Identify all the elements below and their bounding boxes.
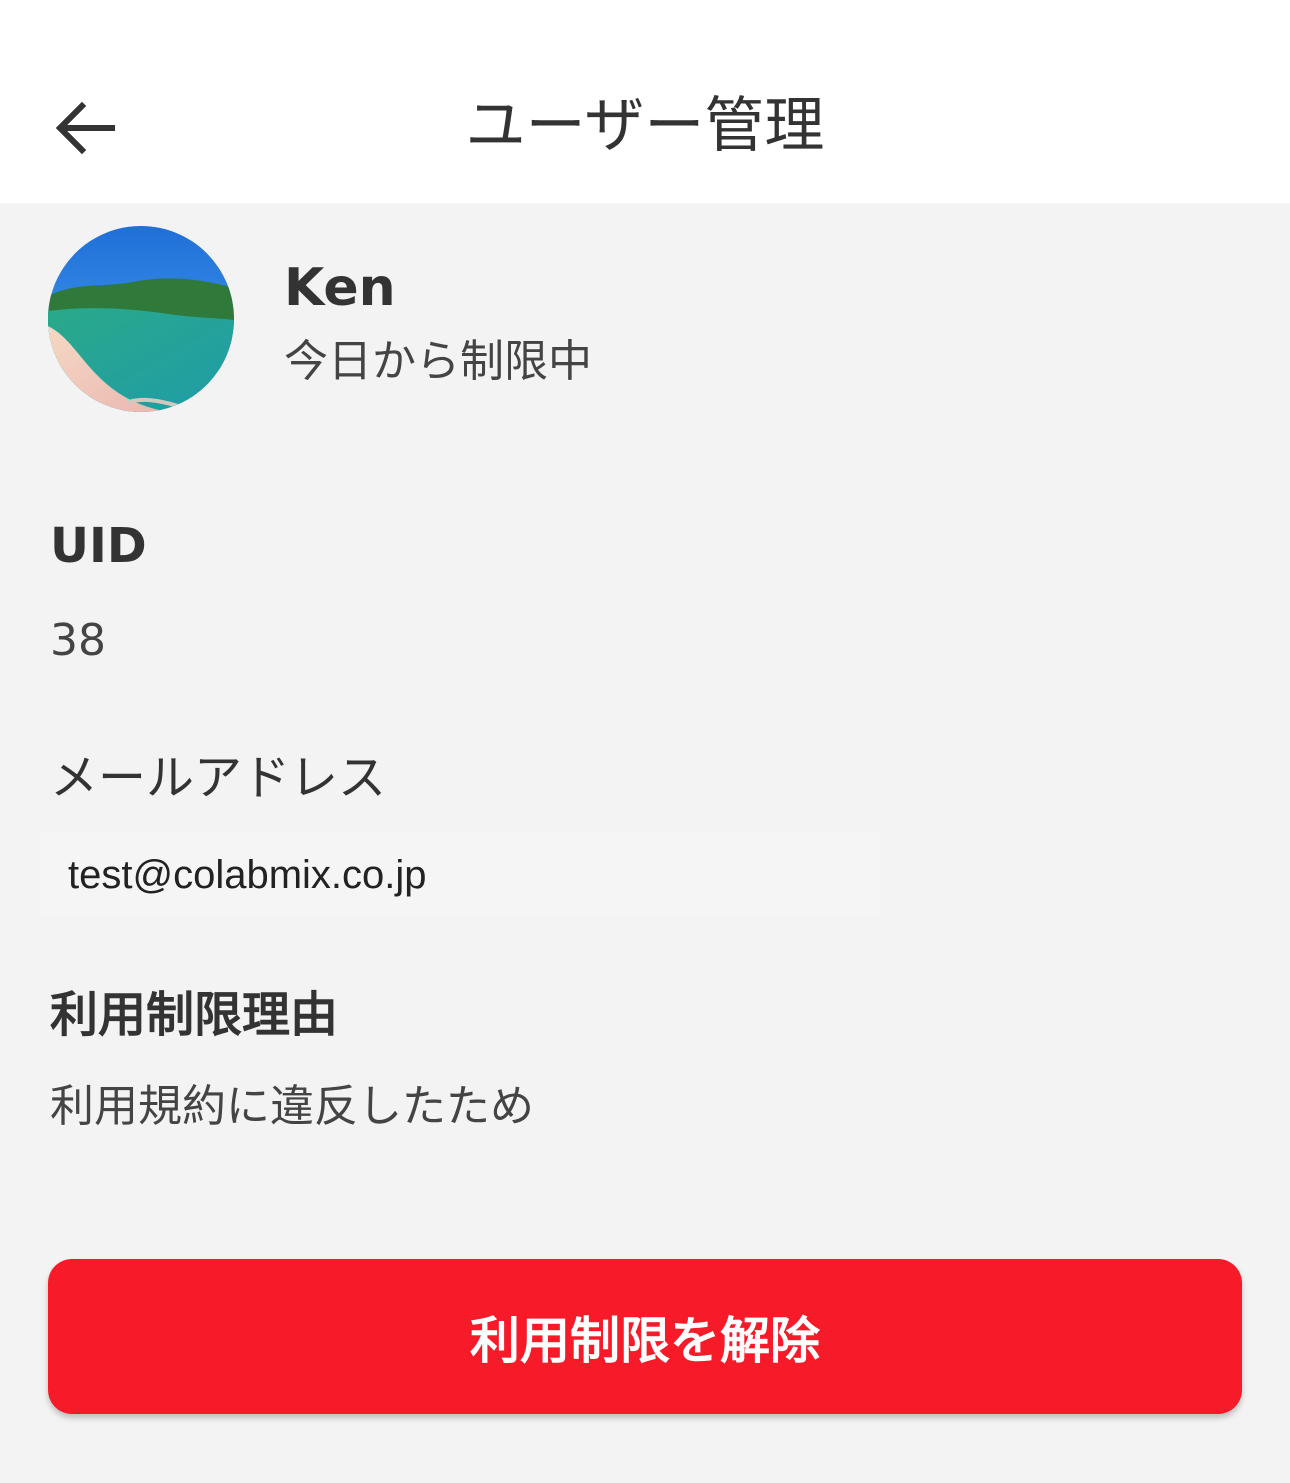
user-avatar (48, 226, 234, 412)
page-title: ユーザー管理 (465, 91, 825, 161)
release-restriction-button[interactable]: 利用制限を解除 (48, 1259, 1242, 1414)
email-label: メールアドレス (50, 750, 387, 806)
user-name: Ken (284, 258, 396, 318)
email-field[interactable] (40, 833, 880, 917)
uid-value: 38 (50, 615, 106, 666)
restriction-reason-label: 利用制限理由 (50, 987, 339, 1043)
app-header: ユーザー管理 (0, 0, 1290, 203)
uid-label: UID (50, 518, 147, 574)
restriction-status: 今日から制限中 (284, 336, 592, 387)
restriction-reason-value: 利用規約に違反したため (50, 1081, 534, 1132)
